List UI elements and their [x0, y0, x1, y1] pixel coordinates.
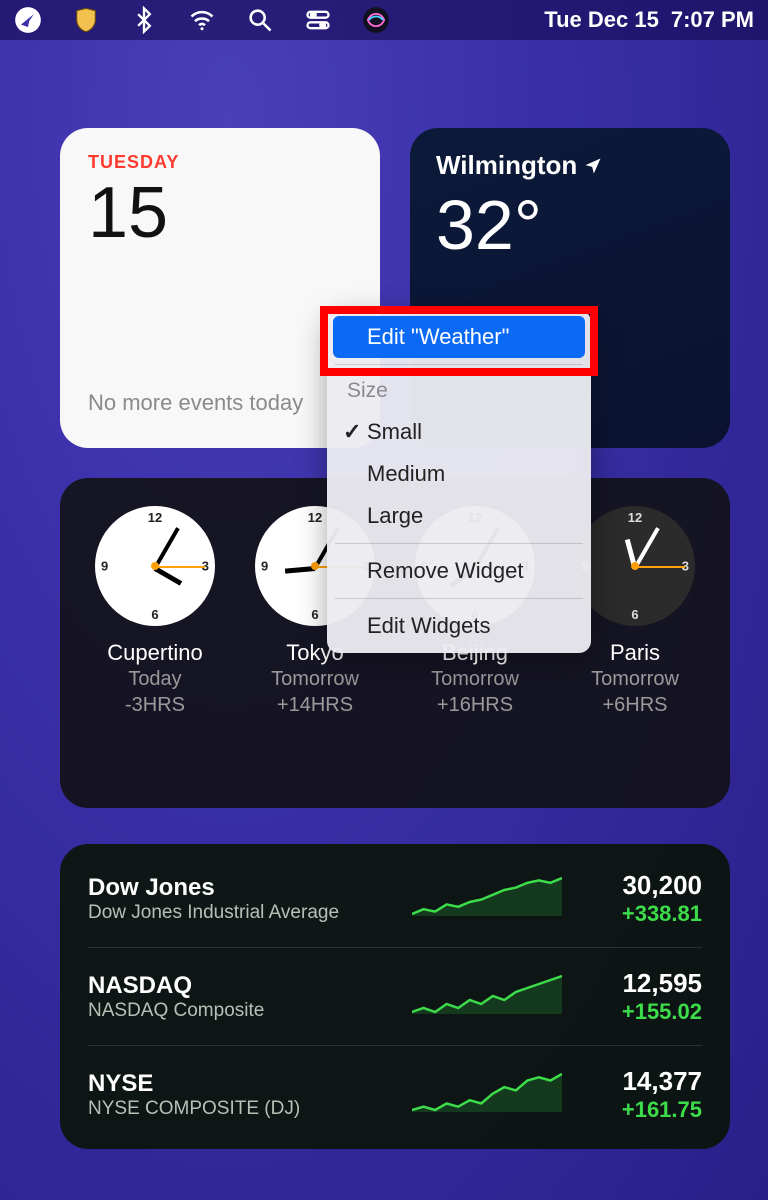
weather-temp: 32° — [436, 185, 704, 265]
clock-offset: +14HRS — [240, 692, 390, 718]
wifi-icon[interactable] — [188, 6, 216, 34]
stocks-widget[interactable]: Dow Jones Dow Jones Industrial Average 3… — [60, 844, 730, 1149]
stock-symbol: Dow Jones — [88, 874, 412, 902]
stock-symbol: NASDAQ — [88, 972, 412, 1000]
calendar-day-number: 15 — [88, 177, 352, 249]
clock-day: Tomorrow — [560, 666, 710, 692]
clock-day: Tomorrow — [400, 666, 550, 692]
clock-face: 12369 — [575, 506, 695, 626]
menubar-datetime[interactable]: Tue Dec 15 7:07 PM — [544, 7, 754, 33]
clock-cupertino: 12369 Cupertino Today -3HRS — [80, 506, 230, 786]
bluetooth-icon[interactable] — [130, 6, 158, 34]
clock-offset: -3HRS — [80, 692, 230, 718]
stock-desc: NYSE COMPOSITE (DJ) — [88, 1098, 412, 1120]
menu-size-large[interactable]: Large — [333, 495, 585, 537]
weather-city: Wilmington — [436, 150, 577, 181]
stock-sparkline — [412, 876, 562, 921]
stock-sparkline — [412, 1072, 562, 1117]
menu-divider — [335, 598, 583, 599]
stock-symbol: NYSE — [88, 1070, 412, 1098]
stock-row[interactable]: NYSE NYSE COMPOSITE (DJ) 14,377 +161.75 — [88, 1046, 702, 1143]
menu-size-header: Size — [333, 371, 585, 411]
stock-row[interactable]: NASDAQ NASDAQ Composite 12,595 +155.02 — [88, 948, 702, 1046]
stock-change: +155.02 — [562, 999, 702, 1025]
menu-size-medium[interactable]: Medium — [333, 453, 585, 495]
stock-desc: NASDAQ Composite — [88, 1000, 412, 1022]
shield-icon[interactable] — [72, 6, 100, 34]
stock-price: 12,595 — [562, 968, 702, 999]
menu-remove-widget[interactable]: Remove Widget — [333, 550, 585, 592]
clock-offset: +6HRS — [560, 692, 710, 718]
stock-change: +338.81 — [562, 901, 702, 927]
menu-divider — [335, 543, 583, 544]
stock-desc: Dow Jones Industrial Average — [88, 902, 412, 924]
location-arrow-icon — [583, 156, 603, 176]
clock-day: Today — [80, 666, 230, 692]
clock-day: Tomorrow — [240, 666, 390, 692]
menubar-date: Tue Dec 15 — [544, 7, 659, 33]
clock-face: 12369 — [95, 506, 215, 626]
menu-size-small[interactable]: Small — [333, 411, 585, 453]
widget-context-menu: Edit "Weather" Size Small Medium Large R… — [327, 310, 591, 653]
clock-offset: +16HRS — [400, 692, 550, 718]
menu-divider — [335, 364, 583, 365]
clock-city: Cupertino — [80, 640, 230, 666]
calendar-day-label: TUESDAY — [88, 152, 352, 173]
stock-change: +161.75 — [562, 1097, 702, 1123]
stock-row[interactable]: Dow Jones Dow Jones Industrial Average 3… — [88, 850, 702, 948]
calendar-events: No more events today — [88, 390, 352, 416]
menu-edit-weather[interactable]: Edit "Weather" — [333, 316, 585, 358]
control-center-icon[interactable] — [304, 6, 332, 34]
search-icon[interactable] — [246, 6, 274, 34]
stock-price: 30,200 — [562, 870, 702, 901]
siri-icon[interactable] — [362, 6, 390, 34]
menubar-time: 7:07 PM — [671, 7, 754, 33]
menu-edit-widgets[interactable]: Edit Widgets — [333, 605, 585, 647]
stock-sparkline — [412, 974, 562, 1019]
stock-price: 14,377 — [562, 1066, 702, 1097]
location-icon[interactable] — [14, 6, 42, 34]
menubar: Tue Dec 15 7:07 PM — [0, 0, 768, 40]
